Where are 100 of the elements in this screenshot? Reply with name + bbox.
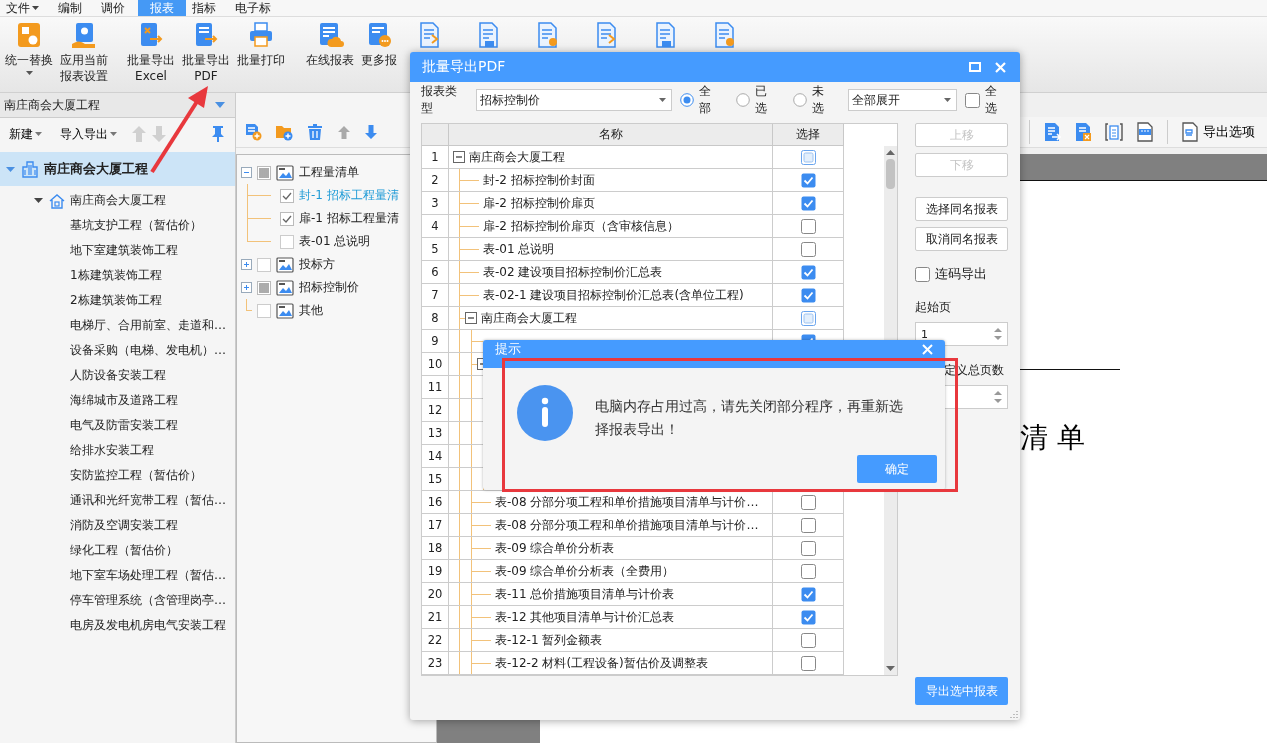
delete-icon[interactable] xyxy=(306,123,324,141)
tree-item[interactable]: 1栋建筑装饰工程 xyxy=(0,263,235,288)
checkbox[interactable] xyxy=(800,494,816,510)
dialog-title: 提示 xyxy=(495,342,522,356)
checkbox[interactable] xyxy=(800,264,816,280)
checkbox[interactable] xyxy=(800,218,816,234)
radio-button[interactable]: 未选 xyxy=(793,83,836,117)
ribbon-button[interactable]: 批量导出 Excel xyxy=(124,17,178,84)
tree-item[interactable]: 通讯和光纤宽带工程（暂估… xyxy=(0,488,235,513)
down-arrow-icon[interactable] xyxy=(364,124,378,140)
row-number: 23 xyxy=(422,652,449,675)
ribbon-button[interactable]: 在线报表 xyxy=(303,17,357,68)
row-number: 3 xyxy=(422,192,449,215)
tree-item[interactable]: 设备采购（电梯、发电机）… xyxy=(0,338,235,363)
ribbon-button[interactable]: 批量打印 xyxy=(234,17,288,68)
tree-item[interactable]: 人防设备安装工程 xyxy=(0,363,235,388)
collapse-icon[interactable] xyxy=(453,151,465,163)
scroll-thumb[interactable] xyxy=(886,159,895,189)
spinner-arrows-icon xyxy=(994,390,1002,404)
side-button[interactable]: 取消同名报表 xyxy=(915,227,1008,251)
up-arrow-icon[interactable] xyxy=(337,124,351,140)
toolbar-button[interactable]: 新建 xyxy=(6,125,45,143)
ribbon-button[interactable]: 批量导出 PDF xyxy=(179,17,233,84)
resize-grip-icon[interactable] xyxy=(1010,710,1018,718)
menu-item[interactable]: 文件 xyxy=(0,0,52,16)
add-folder-icon[interactable] xyxy=(275,123,293,141)
menu-item[interactable]: 编制 xyxy=(52,0,95,16)
checkbox[interactable] xyxy=(800,655,816,671)
checkbox[interactable] xyxy=(800,609,816,625)
checkbox[interactable] xyxy=(280,234,294,249)
menu-item[interactable]: 电子标 xyxy=(229,0,284,16)
tree-item[interactable]: 电梯厅、合用前室、走道和… xyxy=(0,313,235,338)
checkbox[interactable]: 连码导出 xyxy=(915,265,1008,283)
close-icon[interactable] xyxy=(922,344,933,355)
maximize-icon[interactable] xyxy=(969,62,981,72)
radio-button[interactable]: 已选 xyxy=(736,83,780,117)
tree-item[interactable]: 安防监控工程（暂估价） xyxy=(0,463,235,488)
export-options-button[interactable]: 导出选项 xyxy=(1181,122,1255,142)
checkbox[interactable] xyxy=(800,563,816,579)
tree-item[interactable]: 电房及发电机房电气安装工程 xyxy=(0,613,235,638)
pin-icon[interactable] xyxy=(211,126,225,142)
page-number-field[interactable]: 1 xyxy=(915,322,1008,346)
checkbox[interactable] xyxy=(257,303,271,318)
checkbox[interactable] xyxy=(257,257,271,272)
ribbon-button[interactable]: 更多报 xyxy=(358,17,400,68)
collapse-icon[interactable] xyxy=(465,312,477,324)
close-icon[interactable] xyxy=(995,61,1006,73)
checkbox[interactable] xyxy=(280,188,294,203)
tree-item[interactable]: 电气及防雷安装工程 xyxy=(0,413,235,438)
checkbox[interactable] xyxy=(800,195,816,211)
report-icon xyxy=(276,256,294,273)
report-name: 封-2 招标控制价封面 xyxy=(483,171,595,189)
tree-item[interactable]: 停车管理系统（含管理岗亭… xyxy=(0,588,235,613)
caret-icon xyxy=(658,98,666,102)
report-name: 表-12-1 暂列金额表 xyxy=(495,631,603,649)
checkbox[interactable] xyxy=(257,165,271,180)
expand-icon[interactable] xyxy=(241,259,252,270)
expand-mode-dropdown[interactable]: 全部展开 xyxy=(847,89,958,111)
radio-button[interactable]: 全部 xyxy=(679,83,723,117)
pdf-document-icon[interactable] xyxy=(1136,122,1154,142)
add-document-icon[interactable] xyxy=(244,123,262,141)
tree-item[interactable]: 地下室建筑装饰工程 xyxy=(0,238,235,263)
report-icon xyxy=(276,279,294,296)
tree-item[interactable]: 基坑支护工程（暂估价） xyxy=(0,213,235,238)
row-number: 13 xyxy=(422,422,449,445)
checkbox[interactable] xyxy=(800,149,816,165)
menu-item[interactable]: 指标 xyxy=(186,0,229,16)
project-dropdown[interactable]: 南庄商会大厦工程 xyxy=(0,93,235,118)
checkbox[interactable] xyxy=(800,287,816,303)
field-label: 定义总页数 xyxy=(944,362,1005,379)
checkbox[interactable] xyxy=(800,172,816,188)
export-icon[interactable] xyxy=(1074,122,1092,142)
checkbox[interactable] xyxy=(257,280,271,295)
tree-item[interactable]: 南庄商会大厦工程 xyxy=(0,188,235,213)
document-icon[interactable] xyxy=(1105,122,1123,142)
checkbox[interactable] xyxy=(800,241,816,257)
ribbon-button[interactable]: 统一替换 xyxy=(2,17,56,75)
tree-item[interactable]: 南庄商会大厦工程 xyxy=(0,152,235,186)
checkbox[interactable] xyxy=(800,517,816,533)
tree-item[interactable]: 地下室车场处理工程（暂估… xyxy=(0,563,235,588)
row-number: 12 xyxy=(422,399,449,422)
collapse-icon[interactable] xyxy=(241,167,252,178)
menu-item[interactable]: 调价 xyxy=(95,0,138,16)
tree-item[interactable]: 绿化工程（暂估价） xyxy=(0,538,235,563)
toolbar-button[interactable]: 导入导出 xyxy=(57,125,120,143)
tree-item[interactable]: 海绵城市及道路工程 xyxy=(0,388,235,413)
ribbon-button[interactable]: 应用当前 报表设置 xyxy=(57,17,111,84)
checkbox[interactable] xyxy=(800,540,816,556)
report-type-dropdown[interactable]: 招标控制价 xyxy=(475,89,672,111)
checkbox[interactable] xyxy=(280,211,294,226)
expand-icon[interactable] xyxy=(241,282,252,293)
side-button[interactable]: 选择同名报表 xyxy=(915,197,1008,221)
tree-item[interactable]: 2栋建筑装饰工程 xyxy=(0,288,235,313)
export-icon[interactable] xyxy=(1043,122,1061,142)
checkbox[interactable] xyxy=(800,310,816,326)
checkbox[interactable] xyxy=(800,586,816,602)
checkbox[interactable]: 全选 xyxy=(965,83,1009,117)
checkbox[interactable] xyxy=(800,632,816,648)
tree-item[interactable]: 给排水安装工程 xyxy=(0,438,235,463)
tree-item[interactable]: 消防及空调安装工程 xyxy=(0,513,235,538)
